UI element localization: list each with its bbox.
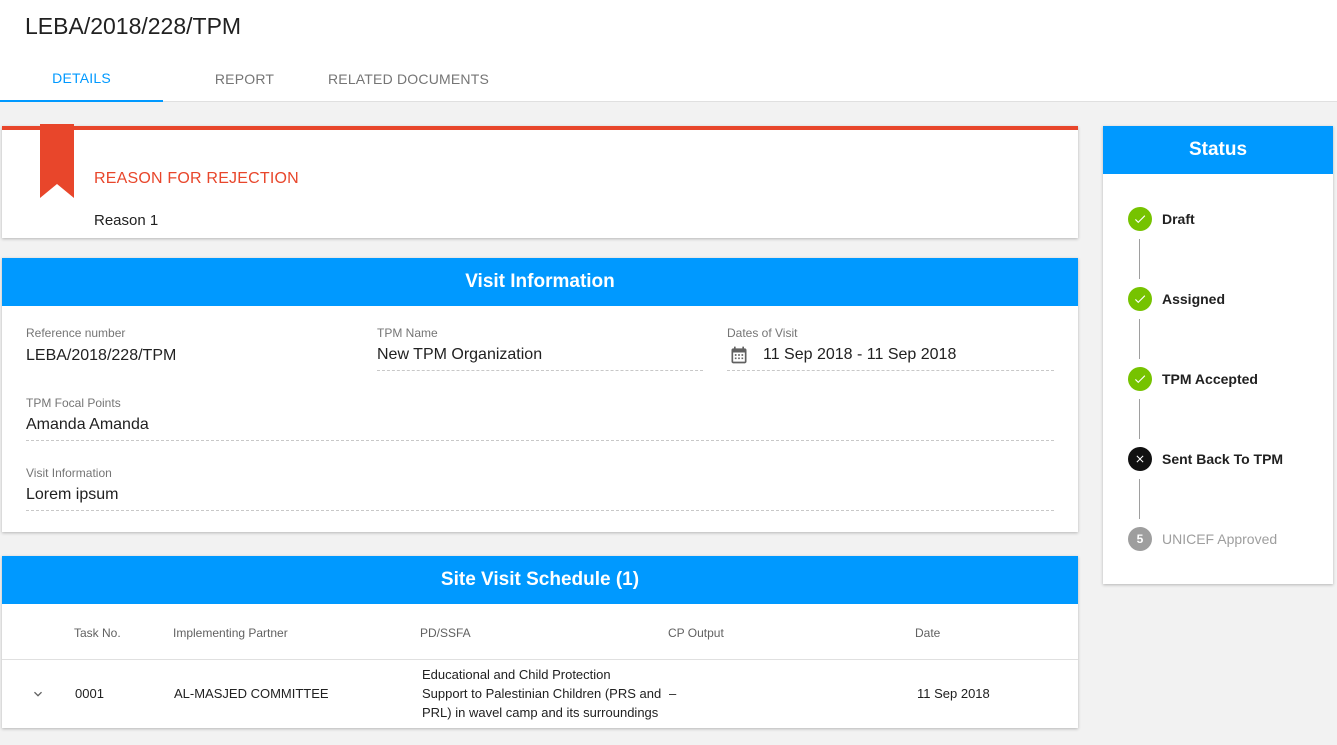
step-connector (1139, 319, 1140, 359)
status-step-tpm-accepted: TPM Accepted (1128, 367, 1258, 391)
pd-ssfa-line: Support to Palestinian Children (PRS and (422, 686, 662, 701)
calendar-icon[interactable] (729, 345, 749, 365)
column-implementing-partner[interactable]: Implementing Partner (173, 626, 288, 640)
tpm-focal-points-input[interactable]: Amanda Amanda (26, 415, 1054, 441)
task-no-cell: 0001 (75, 686, 104, 701)
column-date[interactable]: Date (915, 626, 940, 640)
dates-of-visit-value: 11 Sep 2018 - 11 Sep 2018 (763, 346, 957, 363)
reference-number-field: Reference number LEBA/2018/228/TPM (26, 326, 352, 371)
step-number-badge: 5 (1128, 527, 1152, 551)
step-connector (1139, 239, 1140, 279)
column-cp-output[interactable]: CP Output (668, 626, 724, 640)
status-step-label: Assigned (1162, 291, 1226, 307)
check-icon (1128, 287, 1152, 311)
schedule-table-header: Task No. Implementing Partner PD/SSFA CP… (2, 604, 1078, 660)
column-task-no[interactable]: Task No. (74, 626, 121, 640)
tab-related-documents[interactable]: RELATED DOCUMENTS (326, 56, 491, 102)
visit-information-field: Visit Information Lorem ipsum (26, 466, 1054, 511)
tpm-focal-points-label: TPM Focal Points (26, 396, 121, 410)
status-step-draft: Draft (1128, 207, 1195, 231)
status-step-label: Sent Back To TPM (1162, 451, 1284, 467)
dates-of-visit-field: Dates of Visit 11 Sep 2018 - 11 Sep 2018 (727, 326, 1054, 371)
check-icon (1128, 207, 1152, 231)
status-step-label: TPM Accepted (1162, 371, 1258, 387)
status-step-label: Draft (1162, 211, 1195, 227)
rejection-card: REASON FOR REJECTION Reason 1 (2, 124, 1078, 238)
visit-information-card: Visit Information Reference number LEBA/… (2, 258, 1078, 532)
pd-ssfa-cell: Educational and Child Protection Support… (422, 665, 662, 722)
tpm-focal-points-field: TPM Focal Points Amanda Amanda (26, 396, 1054, 441)
site-visit-schedule-card: Site Visit Schedule (1) Task No. Impleme… (2, 556, 1078, 728)
step-connector (1139, 399, 1140, 439)
implementing-partner-cell: AL-MASJED COMMITTEE (174, 686, 329, 701)
tpm-name-input[interactable]: New TPM Organization (377, 345, 703, 371)
reference-number-value: LEBA/2018/228/TPM (26, 346, 177, 364)
page-title: LEBA/2018/228/TPM (25, 13, 242, 39)
pd-ssfa-line: PRL) in wavel camp and its surroundings (422, 705, 659, 720)
cp-output-cell: – (669, 686, 677, 701)
status-step-unicef-approved: 5 UNICEF Approved (1128, 527, 1277, 551)
date-cell: 11 Sep 2018 (917, 686, 990, 701)
site-visit-schedule-header: Site Visit Schedule (1) (2, 556, 1078, 604)
dates-of-visit-label: Dates of Visit (727, 326, 798, 340)
dates-of-visit-input[interactable]: 11 Sep 2018 - 11 Sep 2018 (727, 345, 1054, 371)
pd-ssfa-line: Educational and Child Protection (422, 667, 611, 682)
status-header: Status (1103, 126, 1333, 174)
step-number: 5 (1136, 532, 1144, 546)
status-card: Status Draft Assigned TPM Accepted Sent … (1103, 126, 1333, 584)
status-step-assigned: Assigned (1128, 287, 1225, 311)
rejection-reason: Reason 1 (94, 212, 159, 229)
rejection-title: REASON FOR REJECTION (94, 170, 299, 187)
close-icon (1128, 447, 1152, 471)
visit-information-input[interactable]: Lorem ipsum (26, 485, 1054, 511)
page-header: LEBA/2018/228/TPM DETAILS REPORT RELATED… (0, 0, 1337, 102)
step-connector (1139, 479, 1140, 519)
visit-information-label: Visit Information (26, 466, 112, 480)
tpm-name-label: TPM Name (377, 326, 438, 340)
status-step-sent-back: Sent Back To TPM (1128, 447, 1283, 471)
tab-details[interactable]: DETAILS (0, 56, 163, 102)
check-icon (1128, 367, 1152, 391)
tpm-name-field: TPM Name New TPM Organization (377, 326, 703, 371)
visit-information-header: Visit Information (2, 258, 1078, 306)
tab-report[interactable]: REPORT (163, 56, 326, 102)
bookmark-icon (40, 124, 74, 198)
table-row[interactable]: 0001 AL-MASJED COMMITTEE Educational and… (2, 660, 1078, 728)
reference-number-label: Reference number (26, 326, 126, 340)
tab-bar: DETAILS REPORT RELATED DOCUMENTS (0, 56, 491, 102)
column-pd-ssfa[interactable]: PD/SSFA (420, 626, 471, 640)
chevron-down-icon[interactable] (30, 686, 46, 702)
status-step-label: UNICEF Approved (1162, 531, 1278, 547)
